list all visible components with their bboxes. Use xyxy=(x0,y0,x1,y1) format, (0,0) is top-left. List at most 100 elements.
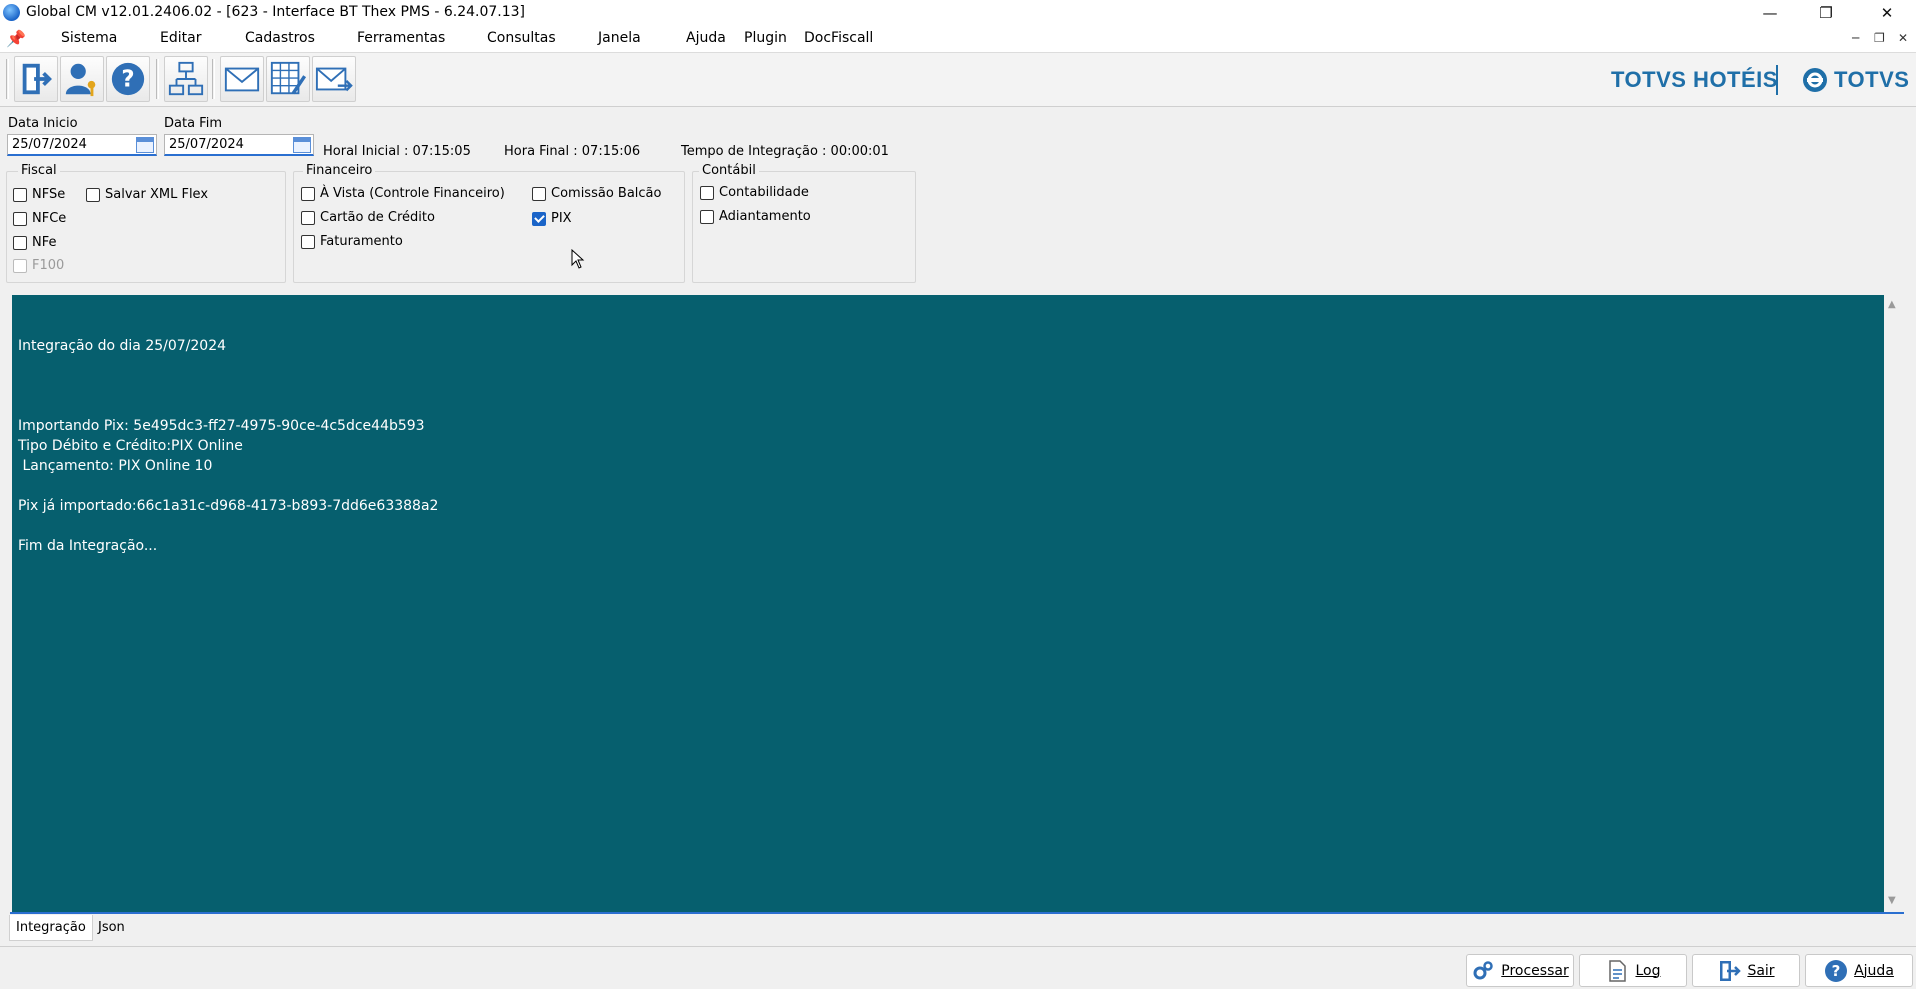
checkbox-box[interactable] xyxy=(700,185,714,200)
menu-ajuda[interactable]: Ajuda xyxy=(686,30,726,46)
data-fim-label: Data Fim xyxy=(164,116,222,131)
menu-cadastros[interactable]: Cadastros xyxy=(245,30,315,46)
calendar-icon[interactable] xyxy=(136,137,154,153)
comissao-checkbox[interactable]: Comissão Balcão xyxy=(532,186,661,201)
ajuda-button[interactable]: ? Ajuda xyxy=(1805,954,1913,987)
grid-pencil-icon xyxy=(270,61,307,95)
data-inicio-input[interactable]: 25/07/2024 xyxy=(7,134,157,156)
mdi-minimize-icon[interactable]: ─ xyxy=(1852,31,1859,45)
contabil-group-title: Contábil xyxy=(699,163,759,178)
processar-label: Processar xyxy=(1501,962,1569,979)
integration-log[interactable]: Integração do dia 25/07/2024 Importando … xyxy=(12,295,1884,912)
spreadsheet-edit-toolbar-button[interactable] xyxy=(266,56,310,102)
envelope-icon xyxy=(224,67,260,92)
log-line: Lançamento: PIX Online 10 xyxy=(18,458,213,474)
window-title: Global CM v12.01.2406.02 - [623 - Interf… xyxy=(26,4,525,20)
tab-integracao[interactable]: Integração xyxy=(9,915,93,941)
user-keys-toolbar-button[interactable] xyxy=(60,56,104,102)
send-mail-toolbar-button[interactable] xyxy=(312,56,356,102)
log-label: Log xyxy=(1635,962,1661,979)
menu-editar[interactable]: Editar xyxy=(160,30,201,46)
scroll-up-icon[interactable]: ▲ xyxy=(1888,299,1896,310)
contabilidade-label: Contabilidade xyxy=(719,185,809,200)
calendar-icon[interactable] xyxy=(293,137,311,153)
scroll-down-icon[interactable]: ▼ xyxy=(1888,895,1896,906)
f100-checkbox: F100 xyxy=(13,258,64,273)
tempo-integracao-text: Tempo de Integração : 00:00:01 xyxy=(681,144,889,159)
hora-inicial-text: Horal Inicial : 07:15:05 xyxy=(323,144,471,159)
mail-toolbar-button[interactable] xyxy=(220,56,264,102)
hora-final-text: Hora Final : 07:15:06 xyxy=(504,144,641,159)
adiantamento-checkbox[interactable]: Adiantamento xyxy=(700,209,811,224)
checkbox-box[interactable] xyxy=(13,187,27,202)
menu-consultas[interactable]: Consultas xyxy=(487,30,556,46)
faturamento-label: Faturamento xyxy=(320,234,403,249)
totvs-logo-text: TOTVS xyxy=(1834,67,1910,92)
hierarchy-icon xyxy=(168,61,204,96)
menu-plugin[interactable]: Plugin xyxy=(744,30,787,46)
gears-icon xyxy=(1473,960,1494,979)
menu-ferramentas[interactable]: Ferramentas xyxy=(357,30,445,46)
fiscal-group-title: Fiscal xyxy=(18,163,60,178)
faturamento-checkbox[interactable]: Faturamento xyxy=(301,234,403,249)
sair-button[interactable]: Sair xyxy=(1692,954,1800,987)
contabilidade-checkbox[interactable]: Contabilidade xyxy=(700,185,809,200)
checkbox-box[interactable] xyxy=(13,235,27,250)
comissao-label: Comissão Balcão xyxy=(551,186,662,201)
brand-divider xyxy=(1776,65,1778,95)
title-bar: Global CM v12.01.2406.02 - [623 - Interf… xyxy=(0,0,1916,26)
checkbox-box xyxy=(13,258,27,273)
minimize-button[interactable]: — xyxy=(1747,0,1793,26)
mdi-close-icon[interactable]: ✕ xyxy=(1898,31,1908,45)
financeiro-group-title: Financeiro xyxy=(303,163,376,178)
close-button[interactable]: ✕ xyxy=(1864,0,1910,26)
action-bar: Processar Log Sair ? Ajuda xyxy=(0,946,1916,989)
menu-sistema[interactable]: Sistema xyxy=(61,30,117,46)
filters-panel: Data Inicio 25/07/2024 Data Fim 25/07/20… xyxy=(0,110,1916,288)
structure-toolbar-button[interactable] xyxy=(164,56,208,102)
exit-toolbar-button[interactable] xyxy=(14,56,58,102)
menu-docfiscall[interactable]: DocFiscall xyxy=(804,30,873,46)
toolbar-separator xyxy=(156,59,159,99)
checkbox-box[interactable] xyxy=(532,211,546,226)
adiantamento-label: Adiantamento xyxy=(719,209,811,224)
exit-door-icon xyxy=(1720,960,1742,981)
totvs-logo-icon xyxy=(1802,67,1828,93)
checkbox-box[interactable] xyxy=(700,209,714,224)
nfse-checkbox[interactable]: NFSe xyxy=(13,187,65,202)
nfe-label: NFe xyxy=(32,235,57,250)
nfce-label: NFCe xyxy=(32,211,67,226)
salvar-xml-label: Salvar XML Flex xyxy=(105,187,209,202)
checkbox-box[interactable] xyxy=(532,186,546,201)
nfe-checkbox[interactable]: NFe xyxy=(13,235,57,250)
a-vista-checkbox[interactable]: À Vista (Controle Financeiro) xyxy=(301,186,505,201)
totvs-hoteis-logo: TOTVS HOTÉIS xyxy=(1611,67,1778,92)
question-icon: ? xyxy=(1825,959,1848,982)
question-icon: ? xyxy=(111,62,145,96)
log-button[interactable]: Log xyxy=(1579,954,1687,987)
log-scrollbar[interactable]: ▲ ▼ xyxy=(1884,295,1902,912)
mdi-restore-icon[interactable]: ❐ xyxy=(1874,31,1885,45)
pin-icon[interactable]: 📌 xyxy=(6,29,26,49)
user-key-icon xyxy=(65,63,96,97)
mouse-cursor-icon xyxy=(571,248,585,269)
salvar-xml-checkbox[interactable]: Salvar XML Flex xyxy=(86,187,208,202)
checkbox-box[interactable] xyxy=(13,211,27,226)
pix-checkbox[interactable]: PIX xyxy=(532,211,572,226)
checkbox-box[interactable] xyxy=(301,210,315,225)
checkbox-box[interactable] xyxy=(301,234,315,249)
data-fim-input[interactable]: 25/07/2024 xyxy=(164,134,314,156)
cartao-checkbox[interactable]: Cartão de Crédito xyxy=(301,210,435,225)
tab-json[interactable]: Json xyxy=(92,915,131,941)
globe-app-icon xyxy=(3,4,20,21)
nfce-checkbox[interactable]: NFCe xyxy=(13,211,66,226)
cartao-label: Cartão de Crédito xyxy=(320,210,435,225)
help-toolbar-button[interactable]: ? xyxy=(106,56,150,102)
menu-bar: 📌 Sistema Editar Cadastros Ferramentas C… xyxy=(0,26,1916,53)
checkbox-box[interactable] xyxy=(301,186,315,201)
processar-button[interactable]: Processar xyxy=(1466,954,1574,987)
checkbox-box[interactable] xyxy=(86,187,100,202)
menu-janela[interactable]: Janela xyxy=(598,30,641,46)
document-icon xyxy=(1609,959,1627,982)
restore-button[interactable]: ❐ xyxy=(1803,0,1849,26)
